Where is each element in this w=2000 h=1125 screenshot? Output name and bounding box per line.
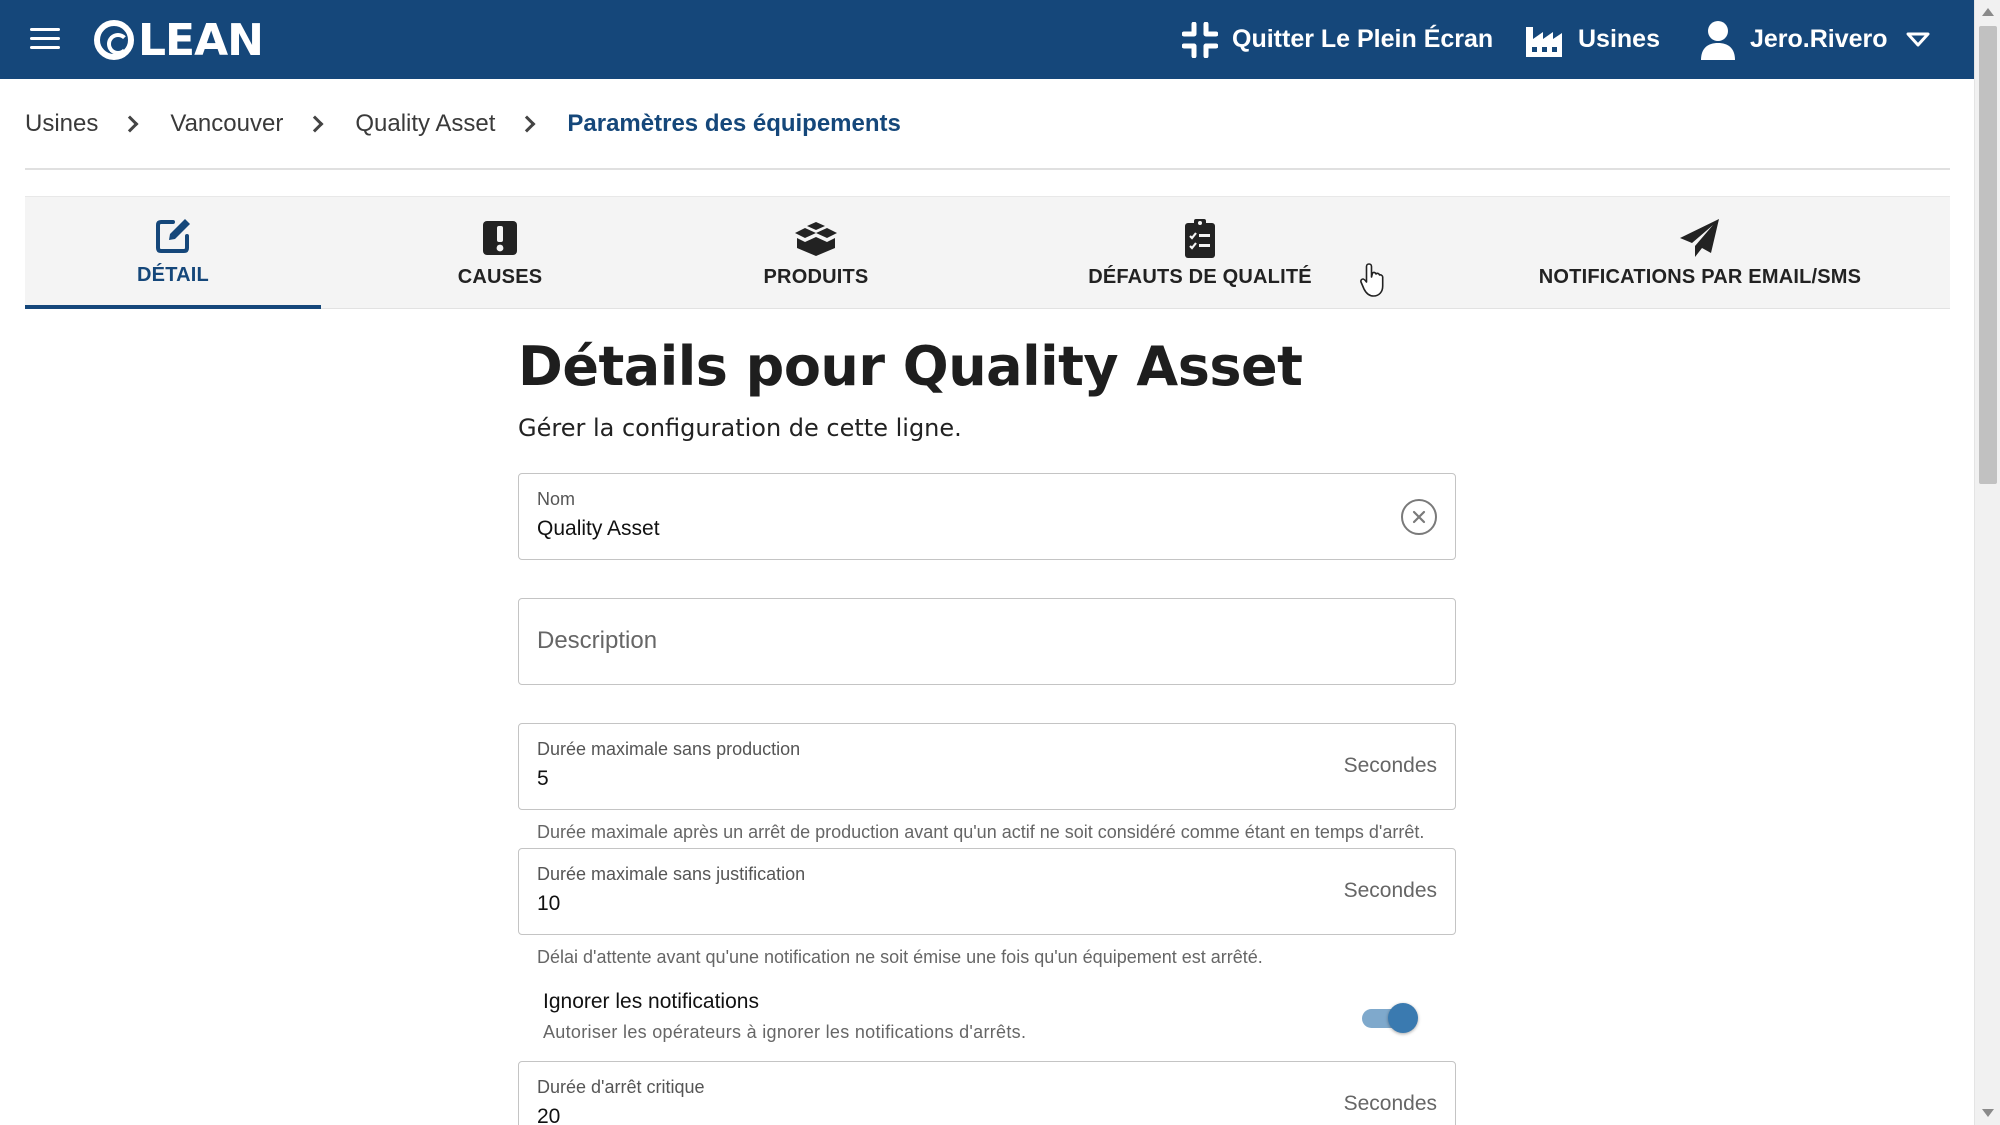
breadcrumb-divider bbox=[25, 168, 1950, 170]
breadcrumb-current: Paramètres des équipements bbox=[567, 110, 901, 137]
tab-label: NOTIFICATIONS PAR EMAIL/SMS bbox=[1538, 265, 1862, 288]
tab-bar: DÉTAIL CAUSES PRODUITS DÉFAUTS DE QUALIT… bbox=[25, 196, 1950, 309]
scroll-thumb[interactable] bbox=[1979, 26, 1997, 484]
chevron-right-icon bbox=[306, 115, 324, 133]
user-name: Jero.Rivero bbox=[1750, 25, 1888, 53]
description-field[interactable]: Description bbox=[518, 598, 1456, 685]
exit-fullscreen-label: Quitter Le Plein Écran bbox=[1232, 25, 1494, 53]
compress-icon bbox=[1182, 21, 1218, 58]
ignore-notifications-setting: Ignorer les notifications Autoriser les … bbox=[543, 988, 1423, 1048]
max-no-justification-field[interactable]: Durée maximale sans justification 10 Sec… bbox=[518, 848, 1456, 935]
exclamation-icon bbox=[482, 218, 518, 258]
tab-causes[interactable]: CAUSES bbox=[375, 197, 625, 309]
ignore-notifications-description: Autoriser les opérateurs à ignorer les n… bbox=[543, 1022, 1027, 1042]
critical-downtime-value[interactable]: 20 bbox=[537, 1105, 560, 1125]
tab-label: DÉFAUTS DE QUALITÉ bbox=[1088, 265, 1312, 288]
critical-downtime-field[interactable]: Durée d'arrêt critique 20 Secondes bbox=[518, 1061, 1456, 1125]
factory-icon bbox=[1524, 23, 1564, 57]
breadcrumb-item-plants[interactable]: Usines bbox=[25, 110, 98, 138]
edit-icon bbox=[153, 216, 193, 256]
user-icon bbox=[1700, 20, 1736, 60]
scroll-down-arrow-icon[interactable] bbox=[1982, 1109, 1994, 1117]
name-field-value[interactable]: Quality Asset bbox=[537, 517, 660, 541]
max-no-production-label: Durée maximale sans production bbox=[537, 739, 801, 759]
top-app-bar: LEAN Quitter Le Plein Écran Usines Jero.… bbox=[0, 0, 1974, 79]
chevron-right-icon bbox=[518, 115, 536, 133]
description-placeholder: Description bbox=[537, 627, 658, 654]
paper-plane-icon bbox=[1679, 218, 1721, 258]
page-title: Détails pour Quality Asset bbox=[518, 335, 1303, 398]
tab-label: DÉTAIL bbox=[137, 263, 209, 286]
plants-button[interactable]: Usines bbox=[1524, 0, 1660, 79]
breadcrumb: Usines Vancouver Quality Asset Paramètre… bbox=[25, 100, 901, 148]
exit-fullscreen-button[interactable]: Quitter Le Plein Écran bbox=[1182, 0, 1493, 79]
tab-quality-defects[interactable]: DÉFAUTS DE QUALITÉ bbox=[1030, 197, 1370, 309]
clipboard-check-icon bbox=[1184, 218, 1216, 258]
ignore-notifications-title: Ignorer les notifications bbox=[543, 990, 759, 1013]
hamburger-menu-icon[interactable] bbox=[28, 24, 62, 54]
page-scrollbar[interactable] bbox=[1974, 0, 2000, 1125]
tab-notifications[interactable]: NOTIFICATIONS PAR EMAIL/SMS bbox=[1500, 197, 1900, 309]
name-field[interactable]: Nom Quality Asset bbox=[518, 473, 1456, 560]
max-no-production-field[interactable]: Durée maximale sans production 5 Seconde… bbox=[518, 723, 1456, 810]
tab-produits[interactable]: PRODUITS bbox=[691, 197, 941, 309]
user-menu[interactable]: Jero.Rivero bbox=[1700, 0, 1930, 79]
breadcrumb-item-asset[interactable]: Quality Asset bbox=[355, 110, 495, 138]
hand-cursor-icon bbox=[1360, 262, 1390, 303]
app-logo[interactable]: LEAN bbox=[94, 14, 264, 66]
scroll-up-arrow-icon[interactable] bbox=[1982, 8, 1994, 16]
tab-detail[interactable]: DÉTAIL bbox=[25, 197, 321, 309]
tab-label: CAUSES bbox=[457, 265, 543, 288]
toggle-knob bbox=[1388, 1003, 1418, 1033]
breadcrumb-item-site[interactable]: Vancouver bbox=[170, 110, 283, 138]
max-no-production-value[interactable]: 5 bbox=[537, 767, 549, 791]
unit-suffix: Secondes bbox=[1343, 879, 1437, 902]
clear-icon[interactable] bbox=[1401, 499, 1437, 535]
ignore-notifications-toggle[interactable] bbox=[1362, 1002, 1418, 1033]
plants-label: Usines bbox=[1578, 25, 1660, 53]
critical-downtime-label: Durée d'arrêt critique bbox=[537, 1077, 705, 1097]
unit-suffix: Secondes bbox=[1343, 754, 1437, 777]
max-no-justification-helper: Délai d'attente avant qu'une notificatio… bbox=[537, 947, 1263, 967]
chevron-right-icon bbox=[121, 115, 139, 133]
caret-down-icon bbox=[1906, 32, 1930, 48]
name-field-label: Nom bbox=[537, 489, 576, 509]
logo-text: LEAN bbox=[138, 14, 264, 66]
boxes-icon bbox=[793, 218, 839, 258]
tab-label: PRODUITS bbox=[763, 265, 869, 288]
max-no-justification-label: Durée maximale sans justification bbox=[537, 864, 806, 884]
unit-suffix: Secondes bbox=[1343, 1092, 1437, 1115]
page-subtitle: Gérer la configuration de cette ligne. bbox=[518, 414, 962, 442]
max-no-production-helper: Durée maximale après un arrêt de product… bbox=[537, 822, 1425, 842]
logo-ring-icon bbox=[94, 20, 134, 60]
max-no-justification-value[interactable]: 10 bbox=[537, 892, 560, 916]
